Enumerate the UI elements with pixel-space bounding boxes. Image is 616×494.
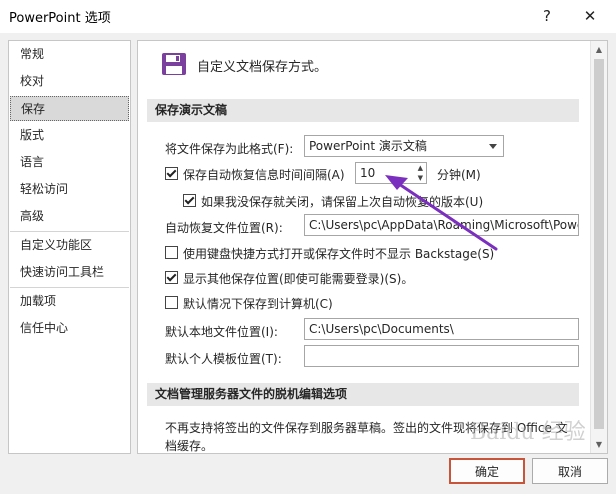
sidebar-item-save[interactable]: 保存 xyxy=(10,96,129,121)
scrollbar-thumb[interactable] xyxy=(594,59,604,429)
window-title: PowerPoint 选项 xyxy=(9,11,111,26)
scroll-down-icon[interactable]: ▼ xyxy=(591,436,607,453)
cancel-button[interactable]: 取消 xyxy=(532,458,608,484)
close-button[interactable]: ✕ xyxy=(578,5,602,27)
annotation-arrow xyxy=(385,175,498,251)
title-bar: PowerPoint 选项 ? ✕ xyxy=(0,0,616,33)
sidebar-divider xyxy=(10,287,129,288)
sidebar-item-language[interactable]: 语言 xyxy=(10,150,129,175)
vertical-scrollbar[interactable]: ▲ ▼ xyxy=(590,41,607,453)
sidebar-item-quick-access[interactable]: 快速访问工具栏 xyxy=(10,260,129,285)
options-sidebar: 常规 校对 保存 版式 语言 轻松访问 高级 自定义功能区 快速访问工具栏 加载… xyxy=(8,40,131,454)
watermark: Baidu 经验 xyxy=(470,420,586,445)
sidebar-divider xyxy=(10,231,129,232)
save-options-panel: 自定义文档保存方式。 保存演示文稿 将文件保存为此格式(F): PowerPoi… xyxy=(137,40,608,454)
sidebar-item-customize-ribbon[interactable]: 自定义功能区 xyxy=(10,233,129,258)
sidebar-item-addins[interactable]: 加载项 xyxy=(10,289,129,314)
sidebar-item-advanced[interactable]: 高级 xyxy=(10,204,129,229)
sidebar-item-accessibility[interactable]: 轻松访问 xyxy=(10,177,129,202)
ok-button[interactable]: 确定 xyxy=(449,458,525,484)
scroll-up-icon[interactable]: ▲ xyxy=(591,41,607,58)
sidebar-item-trust-center[interactable]: 信任中心 xyxy=(10,316,129,341)
sidebar-item-proofing[interactable]: 校对 xyxy=(10,69,129,94)
sidebar-item-general[interactable]: 常规 xyxy=(10,42,129,67)
sidebar-item-layout[interactable]: 版式 xyxy=(10,123,129,148)
help-button[interactable]: ? xyxy=(535,5,559,27)
